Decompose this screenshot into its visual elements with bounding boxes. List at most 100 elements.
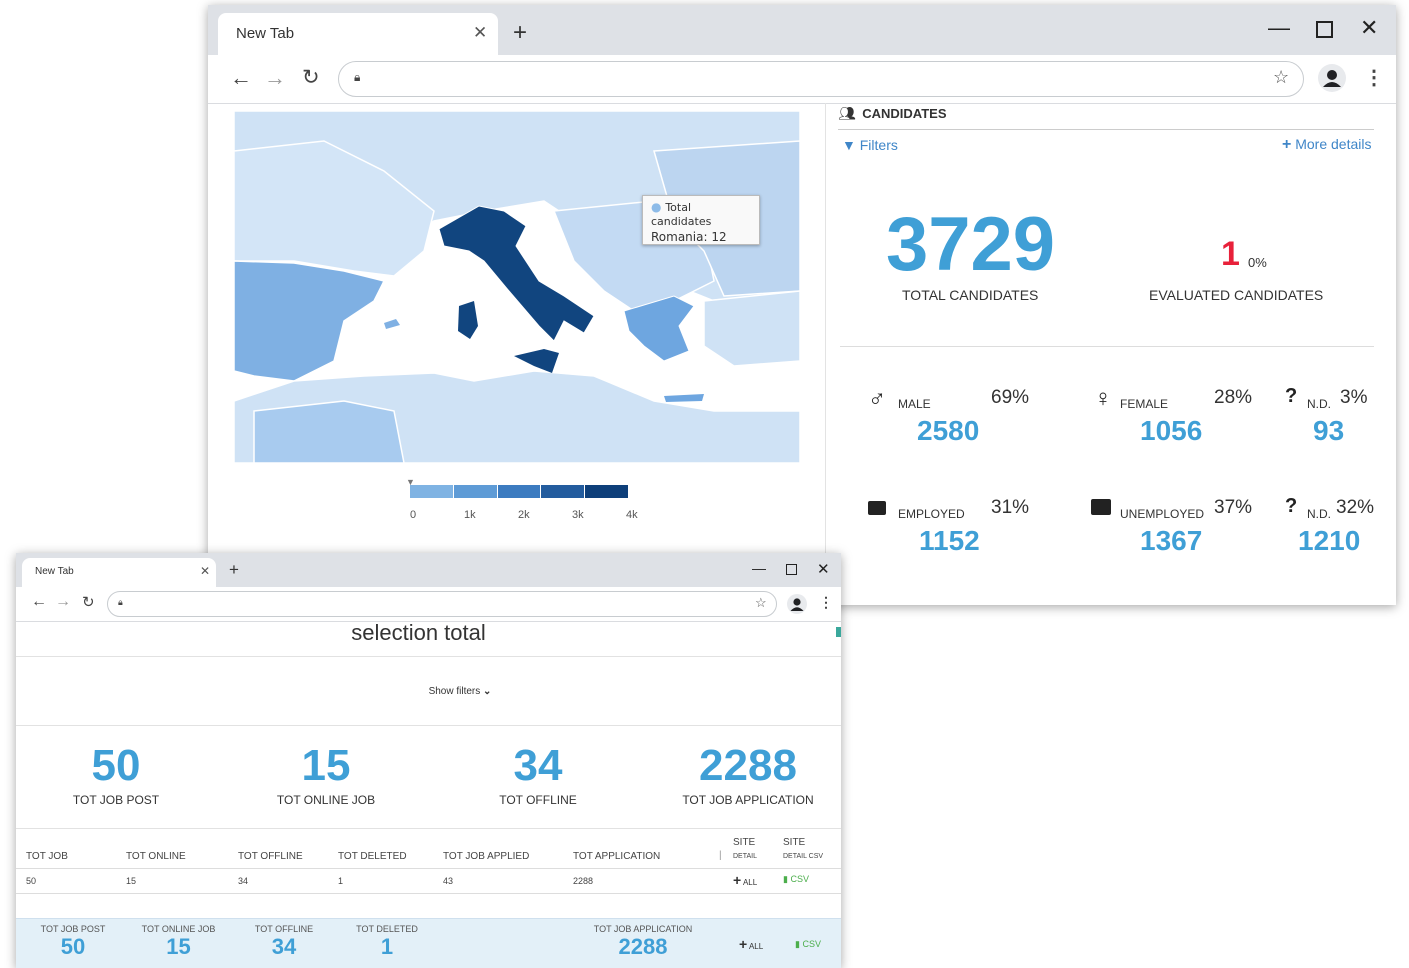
- map-tooltip: ● Total candidates Romania: 12: [642, 195, 760, 245]
- csv-label: CSV: [802, 939, 821, 949]
- kpi-label: TOT ONLINE JOB: [276, 793, 376, 807]
- maximize-icon[interactable]: [1316, 21, 1333, 38]
- table-cell: 34: [238, 876, 249, 886]
- close-tab-icon[interactable]: ✕: [200, 564, 210, 578]
- legend-tick-label: 0: [410, 509, 417, 521]
- page-title: selection total: [351, 620, 486, 645]
- question-icon: ?: [1285, 495, 1298, 517]
- accent-marker: [836, 627, 841, 637]
- nd-work-pct: 32%: [1336, 497, 1375, 518]
- region-sicily: [514, 349, 559, 373]
- nd-gender-stat: ? N.D. 3% 93: [1285, 385, 1385, 459]
- nd-gender-label: N.D.: [1307, 397, 1331, 411]
- kpi-divider: [16, 828, 841, 829]
- csv-button[interactable]: ▮ CSV: [783, 874, 809, 885]
- nd-work-stat: ? N.D. 32% 1210: [1285, 495, 1385, 569]
- footer-item: TOT JOB POST 50: [33, 924, 113, 960]
- reload-icon[interactable]: ↻: [82, 593, 95, 611]
- show-filters-toggle[interactable]: Show filters ⌄: [16, 686, 841, 697]
- close-window-icon[interactable]: ✕: [817, 560, 830, 578]
- legend-tick-label: 1k: [464, 509, 476, 521]
- site-detail-sub: DETAIL: [733, 853, 757, 860]
- menu-kebab-icon[interactable]: ⋮: [819, 594, 833, 611]
- region-algeria: [253, 400, 405, 463]
- kpi-value: 34: [513, 741, 563, 790]
- close-window-icon[interactable]: ✕: [1360, 15, 1378, 41]
- address-bar[interactable]: 🔒︎ ☆: [107, 591, 777, 617]
- footer-item: TOT ONLINE JOB 15: [131, 924, 226, 960]
- forward-arrow-icon[interactable]: →: [264, 65, 286, 91]
- title-divider: [16, 656, 841, 657]
- new-tab-icon[interactable]: +: [513, 19, 527, 47]
- profile-avatar-icon[interactable]: [1318, 64, 1346, 92]
- menu-kebab-icon[interactable]: ⋮: [1364, 65, 1384, 90]
- footer-csv-button[interactable]: ▮ CSV: [795, 939, 821, 950]
- candidates-panel: 👥︎ CANDIDATES ▼ Filters + More details 3…: [838, 103, 1378, 603]
- table-header: TOT OFFLINE: [238, 851, 303, 862]
- footer-item: TOT DELETED 1: [347, 924, 427, 960]
- add-all-button[interactable]: + ALL: [733, 872, 757, 888]
- lock-icon: 🔒︎: [118, 597, 123, 607]
- tooltip-value: Romania: 12: [651, 230, 727, 244]
- more-details-link[interactable]: + More details: [1282, 136, 1372, 154]
- back-arrow-icon[interactable]: ←: [230, 65, 252, 91]
- female-stat: ♀ FEMALE 28% 1056: [1094, 385, 1294, 459]
- male-pct: 69%: [991, 387, 1030, 408]
- male-stat: ♂ MALE 69% 2580: [868, 385, 1068, 459]
- browser-tab[interactable]: New Tab ✕: [218, 13, 498, 55]
- all-label: ALL: [748, 942, 764, 951]
- back-arrow-icon[interactable]: ←: [31, 593, 47, 611]
- female-pct: 28%: [1214, 387, 1253, 408]
- address-bar[interactable]: 🔒︎ ☆: [338, 61, 1304, 97]
- footer-value: 1: [380, 934, 394, 959]
- evaluated-candidates-pct: 0%: [1248, 255, 1267, 270]
- browser-tab[interactable]: New Tab ✕: [22, 558, 216, 587]
- nd-work-value: 1210: [1298, 525, 1361, 556]
- forward-arrow-icon[interactable]: →: [55, 593, 71, 611]
- nd-gender-value: 93: [1313, 415, 1345, 446]
- site-csv-label: SITE: [783, 837, 806, 848]
- kpi-value: 2288: [699, 741, 797, 790]
- tab-title: New Tab: [35, 566, 74, 577]
- summary-table: TOT JOB TOT ONLINE TOT OFFLINE TOT DELET…: [16, 833, 841, 895]
- choropleth-map[interactable]: ● Total candidates Romania: 12: [234, 111, 800, 463]
- plus-icon: +: [1282, 136, 1292, 153]
- female-value: 1056: [1140, 415, 1203, 446]
- table-header: TOT APPLICATION: [573, 851, 661, 862]
- maximize-icon[interactable]: [786, 564, 797, 575]
- bookmark-star-icon[interactable]: ☆: [755, 595, 767, 611]
- table-row: 50 15 34 1 43 2288 + ALL ▮ CSV: [16, 869, 841, 893]
- plus-icon: +: [739, 936, 748, 952]
- profile-avatar-icon[interactable]: [787, 594, 807, 614]
- legend-color-step: [584, 485, 628, 498]
- id-badge-icon: [868, 501, 886, 515]
- filters-divider: [16, 725, 841, 726]
- employed-pct: 31%: [991, 497, 1030, 518]
- footer-item: TOT OFFLINE 34: [244, 924, 324, 960]
- kpi-label: TOT JOB APPLICATION: [682, 793, 814, 807]
- site-csv-sub: DETAIL CSV: [783, 853, 824, 860]
- female-symbol-icon: ♀: [1094, 385, 1112, 412]
- more-details-label: More details: [1295, 136, 1372, 152]
- bookmark-star-icon[interactable]: ☆: [1273, 67, 1289, 88]
- reload-icon[interactable]: ↻: [302, 65, 320, 90]
- minimize-icon[interactable]: —: [752, 560, 766, 576]
- minimize-icon[interactable]: —: [1268, 15, 1290, 41]
- table-cell: 50: [26, 876, 37, 886]
- evaluated-candidates-value: 1: [1221, 235, 1240, 273]
- kpi-offline: 34 TOT OFFLINE: [438, 741, 638, 807]
- tab-title: New Tab: [236, 25, 295, 42]
- new-tab-icon[interactable]: +: [229, 560, 239, 580]
- nd-work-label: N.D.: [1307, 507, 1331, 521]
- tab-bar: New Tab ✕ + — ✕: [208, 5, 1396, 55]
- footer-add-all-button[interactable]: + ALL: [739, 936, 763, 952]
- browser-toolbar: ← → ↻ 🔒︎ ☆ ⋮: [16, 587, 841, 622]
- close-tab-icon[interactable]: ✕: [473, 23, 487, 43]
- footer-label: TOT JOB APPLICATION: [593, 924, 693, 934]
- table-header: TOT JOB: [26, 851, 68, 862]
- kpi-job-application: 2288 TOT JOB APPLICATION: [648, 741, 841, 807]
- region-crete: [664, 394, 704, 402]
- map-color-legend: ▼ 0 1k 2k 3k 4k: [406, 477, 638, 525]
- filters-link[interactable]: ▼ Filters: [842, 137, 898, 153]
- employed-label: EMPLOYED: [898, 507, 965, 521]
